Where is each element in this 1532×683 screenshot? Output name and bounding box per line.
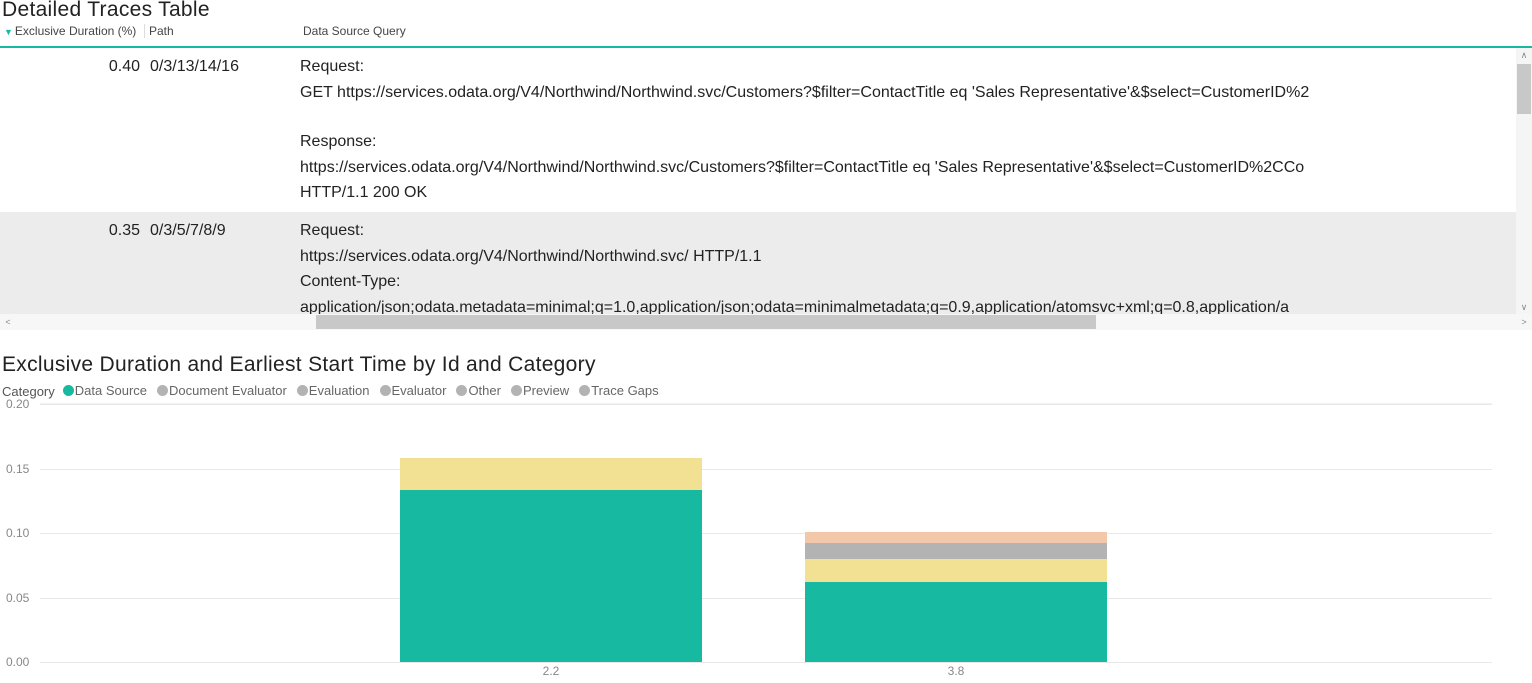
legend-item[interactable]: Other bbox=[456, 383, 501, 398]
legend-item-label: Other bbox=[468, 383, 501, 398]
y-axis-tick-label: 0.00 bbox=[6, 655, 29, 669]
gridline bbox=[40, 598, 1492, 599]
gridline bbox=[40, 533, 1492, 534]
legend-swatch-icon bbox=[63, 385, 74, 396]
column-header-label: Exclusive Duration (%) bbox=[15, 24, 136, 38]
cell-path: 0/3/13/14/16 bbox=[148, 48, 300, 86]
column-header-query[interactable]: Data Source Query bbox=[299, 24, 1523, 38]
y-axis-tick-label: 0.15 bbox=[6, 462, 29, 476]
chart-bar[interactable] bbox=[400, 404, 702, 662]
legend-swatch-icon bbox=[297, 385, 308, 396]
legend-item-label: Document Evaluator bbox=[169, 383, 287, 398]
chart-plot-area[interactable]: 0.000.050.100.150.20 bbox=[40, 403, 1492, 662]
column-header-path[interactable]: Path bbox=[145, 24, 299, 38]
vertical-scrollbar[interactable]: ∧ ∨ bbox=[1516, 48, 1532, 314]
chart-bar-segment bbox=[400, 458, 702, 490]
table-header-row: ▼Exclusive Duration (%) Path Data Source… bbox=[0, 24, 1532, 48]
legend-item[interactable]: Trace Gaps bbox=[579, 383, 658, 398]
chart-bar-segment bbox=[805, 559, 1107, 582]
chart-area[interactable]: 0.000.050.100.150.20 2.2 3.8 bbox=[0, 403, 1532, 680]
scrollbar-thumb[interactable] bbox=[1517, 64, 1531, 114]
cell-query: Request:GET https://services.odata.org/V… bbox=[300, 48, 1520, 212]
scroll-up-icon[interactable]: ∧ bbox=[1516, 48, 1532, 62]
scrollbar-thumb[interactable] bbox=[316, 315, 1096, 329]
y-axis-tick-label: 0.05 bbox=[6, 591, 29, 605]
legend-item-label: Evaluator bbox=[392, 383, 447, 398]
legend-swatch-icon bbox=[579, 385, 590, 396]
scroll-down-icon[interactable]: ∨ bbox=[1516, 300, 1532, 314]
chart-bar-segment bbox=[805, 582, 1107, 662]
table-title: Detailed Traces Table bbox=[2, 0, 1532, 22]
chart-bar-segment bbox=[805, 543, 1107, 558]
column-header-exclusive-duration[interactable]: ▼Exclusive Duration (%) bbox=[0, 24, 145, 38]
legend-item-label: Data Source bbox=[75, 383, 147, 398]
chart-bar-segment bbox=[400, 490, 702, 662]
chart-legend: Category Data SourceDocument EvaluatorEv… bbox=[2, 383, 1532, 399]
scroll-left-icon[interactable]: < bbox=[0, 317, 16, 327]
x-axis-tick-label: 3.8 bbox=[948, 664, 965, 678]
sort-indicator-icon: ▼ bbox=[4, 27, 13, 37]
legend-item-label: Trace Gaps bbox=[591, 383, 658, 398]
scroll-right-icon[interactable]: > bbox=[1516, 317, 1532, 327]
x-axis-tick-label: 2.2 bbox=[543, 664, 560, 678]
legend-item[interactable]: Preview bbox=[511, 383, 569, 398]
table-row[interactable]: 0.40 0/3/13/14/16 Request:GET https://se… bbox=[0, 48, 1532, 212]
chart-title: Exclusive Duration and Earliest Start Ti… bbox=[2, 353, 1532, 377]
y-axis-tick-label: 0.10 bbox=[6, 526, 29, 540]
cell-duration: 0.35 bbox=[0, 212, 148, 250]
gridline bbox=[40, 404, 1492, 405]
legend-item-label: Evaluation bbox=[309, 383, 370, 398]
legend-item[interactable]: Document Evaluator bbox=[157, 383, 287, 398]
legend-swatch-icon bbox=[456, 385, 467, 396]
gridline bbox=[40, 469, 1492, 470]
table-row[interactable]: 0.35 0/3/5/7/8/9 Request:https://service… bbox=[0, 212, 1532, 314]
legend-swatch-icon bbox=[380, 385, 391, 396]
y-axis-tick-label: 0.20 bbox=[6, 397, 29, 411]
legend-item-label: Preview bbox=[523, 383, 569, 398]
legend-item[interactable]: Data Source bbox=[63, 383, 147, 398]
legend-item[interactable]: Evaluation bbox=[297, 383, 370, 398]
horizontal-scrollbar[interactable]: < > bbox=[0, 314, 1532, 330]
table-body: 0.40 0/3/13/14/16 Request:GET https://se… bbox=[0, 48, 1532, 314]
cell-duration: 0.40 bbox=[0, 48, 148, 86]
chart-bar-segment bbox=[805, 532, 1107, 544]
chart-bar[interactable] bbox=[805, 404, 1107, 662]
legend-swatch-icon bbox=[511, 385, 522, 396]
cell-path: 0/3/5/7/8/9 bbox=[148, 212, 300, 250]
cell-query: Request:https://services.odata.org/V4/No… bbox=[300, 212, 1520, 314]
legend-item[interactable]: Evaluator bbox=[380, 383, 447, 398]
traces-table: ▼Exclusive Duration (%) Path Data Source… bbox=[0, 24, 1532, 330]
legend-swatch-icon bbox=[157, 385, 168, 396]
